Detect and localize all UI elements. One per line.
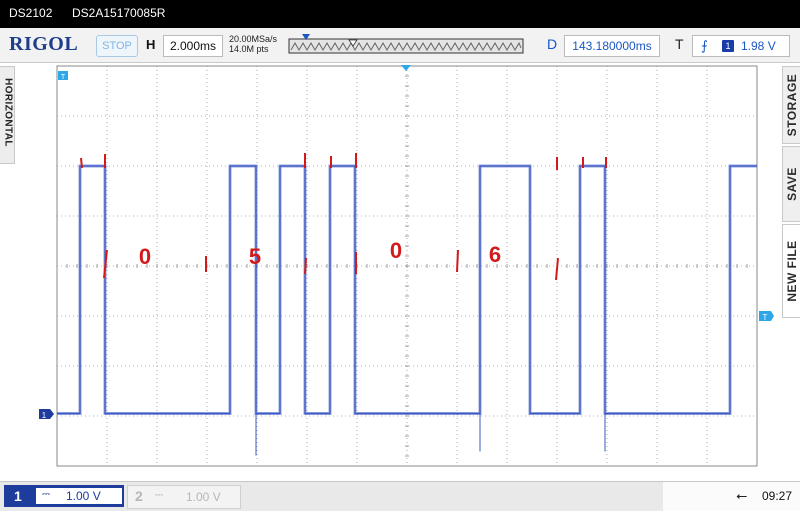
svg-text:5: 5 [249, 244, 261, 269]
trigger-label: T [675, 36, 684, 52]
dc-coupling-icon: ⎓ [42, 489, 50, 500]
channel-1-badge[interactable]: 1 ⎓ 1.00 V [4, 485, 124, 507]
waveform-display[interactable]: 0 5 0 6 T T 1 [0, 62, 800, 476]
clock: 09:27 [762, 489, 793, 503]
svg-text:T: T [763, 313, 768, 322]
storage-tab-label: STORAGE [785, 73, 799, 137]
title-bar: DS2102 DS2A15170085R [0, 0, 800, 28]
model-label: DS2102 [9, 6, 53, 20]
channel-1-number: 1 [14, 488, 22, 504]
dc-coupling-icon: ⎓ [155, 490, 163, 501]
timebase-value[interactable]: 2.000ms [163, 35, 223, 57]
acquisition-info: 20.00MSa/s 14.0M pts [229, 34, 277, 54]
sample-rate: 20.00MSa/s [229, 34, 278, 44]
svg-text:6: 6 [489, 242, 501, 267]
storage-menu-tab[interactable]: STORAGE [782, 66, 800, 144]
svg-text:1: 1 [42, 411, 47, 420]
save-tab-label: SAVE [785, 167, 799, 201]
brand-logo: RIGOL [9, 33, 79, 55]
new-file-menu-tab[interactable]: NEW FILE [782, 224, 800, 318]
channel-2-badge[interactable]: 2 ⎓ 1.00 V [127, 485, 241, 509]
top-status-bar: RIGOL STOP H 2.000ms 20.00MSa/s 14.0M pt… [0, 28, 800, 63]
svg-text:0: 0 [139, 244, 151, 269]
svg-text:T: T [61, 74, 66, 81]
horizontal-label: H [146, 37, 156, 52]
channel-status-bar: 1 ⎓ 1.00 V 2 ⎓ 1.00 V ⭠ 09:27 [0, 481, 800, 511]
svg-text:0: 0 [390, 238, 402, 263]
serial-label: DS2A15170085R [72, 6, 166, 20]
memory-position-strip[interactable] [288, 32, 524, 56]
rising-edge-icon: ⨍ [701, 38, 708, 53]
trigger-source: 1 [722, 40, 734, 52]
save-menu-tab[interactable]: SAVE [782, 146, 800, 222]
red-annotation-digit-6: 6 [489, 242, 501, 267]
delay-value[interactable]: 143.180000ms [564, 35, 660, 57]
red-annotation-digit-5: 5 [249, 244, 261, 269]
red-annotation-digit-0-a: 0 [139, 244, 151, 269]
trigger-marker-top: T [58, 71, 68, 81]
channel-2-scale: 1.00 V [186, 490, 221, 504]
usb-icon: ⭠ [736, 487, 748, 503]
ch1-ground-marker[interactable]: 1 [39, 409, 54, 420]
run-stop-status[interactable]: STOP [96, 35, 138, 57]
delay-label: D [547, 36, 558, 52]
channel-2-number: 2 [135, 488, 143, 504]
graticule [56, 65, 758, 467]
trigger-level-marker[interactable]: T [759, 311, 774, 322]
trigger-level: 1.98 V [741, 39, 776, 53]
channel-1-scale: 1.00 V [66, 489, 101, 503]
channel-1-settings: ⎓ 1.00 V [36, 488, 122, 504]
red-annotation-digit-0-b: 0 [390, 238, 402, 263]
new-file-tab-label: NEW FILE [785, 240, 799, 302]
memory-depth: 14.0M pts [229, 44, 269, 54]
trigger-settings[interactable]: ⨍ 1 1.98 V [692, 35, 790, 57]
